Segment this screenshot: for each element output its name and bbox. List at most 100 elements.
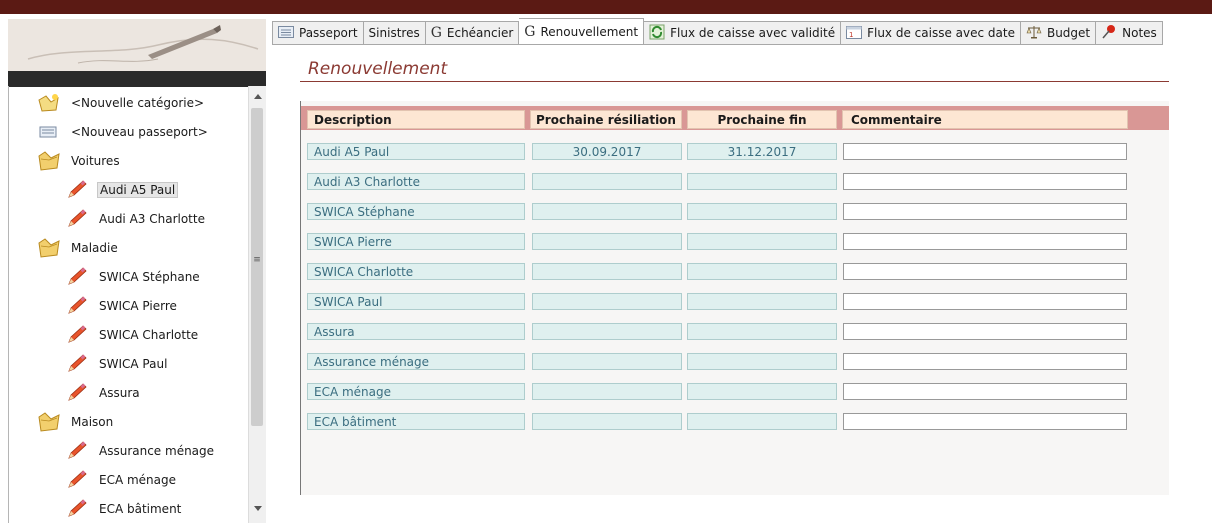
tab-echeancier[interactable]: G Echéancier (425, 21, 520, 44)
tree-item[interactable]: Maison (37, 409, 115, 435)
end-date-cell[interactable]: 31.12.2017 (687, 143, 837, 160)
pencil-icon (65, 498, 89, 520)
tree-item[interactable]: SWICA Charlotte (65, 322, 200, 348)
pencil-icon (65, 295, 89, 317)
end-date-cell[interactable] (687, 323, 837, 340)
comment-field[interactable] (843, 323, 1127, 340)
table-row: Audi A5 Paul 30.09.2017 31.12.2017 (301, 143, 1169, 160)
pencil-icon (65, 208, 89, 230)
tree-item-label: <Nouveau passeport> (71, 125, 208, 139)
table-header-bar: Description Prochaine résiliation Procha… (301, 106, 1169, 130)
resiliation-date-cell[interactable] (532, 233, 682, 250)
category-tree[interactable]: <Nouvelle catégorie> <Nouveau passeport> V… (8, 86, 249, 523)
resiliation-date-cell[interactable]: 30.09.2017 (532, 143, 682, 160)
tree-item[interactable]: ECA ménage (65, 467, 178, 493)
comment-field[interactable] (843, 353, 1127, 370)
g-icon: G (524, 23, 536, 40)
scroll-down-arrow-icon[interactable] (254, 506, 262, 511)
comment-field[interactable] (843, 293, 1127, 310)
tab-label: Flux de caisse avec date (867, 26, 1015, 40)
tree-item[interactable]: SWICA Pierre (65, 293, 179, 319)
g-icon: G (430, 25, 442, 41)
end-date-cell[interactable] (687, 263, 837, 280)
tree-item-label: SWICA Charlotte (99, 328, 199, 342)
sidebar-banner-image (8, 19, 266, 87)
tree-item-label: SWICA Pierre (99, 299, 177, 313)
resiliation-date-cell[interactable] (532, 263, 682, 280)
tab-strip: Passeport Sinistres G Echéancier G Renou… (272, 18, 1163, 45)
end-date-cell[interactable] (687, 203, 837, 220)
description-cell: Audi A3 Charlotte (307, 173, 525, 190)
tree-item-label: ECA bâtiment (99, 502, 182, 516)
scroll-up-arrow-icon[interactable] (254, 94, 262, 99)
table-row: SWICA Stéphane (301, 203, 1169, 220)
comment-field[interactable] (843, 383, 1127, 400)
description-cell: SWICA Pierre (307, 233, 525, 250)
pencil-icon (65, 324, 89, 346)
tree-item[interactable]: ECA bâtiment (65, 496, 183, 522)
tree-item[interactable]: <Nouveau passeport> (37, 119, 210, 145)
comment-field[interactable] (843, 203, 1127, 220)
tree-item[interactable]: SWICA Paul (65, 351, 169, 377)
tree-item-label: SWICA Paul (99, 357, 168, 371)
pencil-icon (65, 179, 89, 201)
comment-field[interactable] (843, 143, 1127, 160)
end-date-cell[interactable] (687, 383, 837, 400)
end-date-cell[interactable] (687, 413, 837, 430)
comment-field[interactable] (843, 173, 1127, 190)
tree-item-label: Assura (99, 386, 140, 400)
comment-field[interactable] (843, 413, 1127, 430)
resiliation-date-cell[interactable] (532, 203, 682, 220)
end-date-cell[interactable] (687, 233, 837, 250)
pencil-icon (65, 266, 89, 288)
tab-flux-validite[interactable]: Flux de caisse avec validité (644, 21, 842, 44)
tab-label: Renouvellement (540, 24, 639, 39)
description-cell: SWICA Charlotte (307, 263, 525, 280)
resiliation-date-cell[interactable] (532, 383, 682, 400)
resiliation-date-cell[interactable] (532, 353, 682, 370)
tree-item[interactable]: Audi A5 Paul (65, 177, 179, 203)
comment-field[interactable] (843, 263, 1127, 280)
tree-item-label: SWICA Stéphane (99, 270, 200, 284)
tree-item[interactable]: Assurance ménage (65, 438, 216, 464)
table-row: Assurance ménage (301, 353, 1169, 370)
tree-item[interactable]: SWICA Stéphane (65, 264, 202, 290)
tab-notes[interactable]: Notes (1096, 21, 1163, 44)
tree-item[interactable]: Voitures (37, 148, 122, 174)
tree-item[interactable]: Assura (65, 380, 142, 406)
signature-illustration (8, 19, 266, 71)
resiliation-date-cell[interactable] (532, 323, 682, 340)
description-cell: Audi A5 Paul (307, 143, 525, 160)
resiliation-date-cell[interactable] (532, 293, 682, 310)
end-date-cell[interactable] (687, 173, 837, 190)
tree-item-label: ECA ménage (99, 473, 177, 487)
column-header-commentaire: Commentaire (842, 110, 1128, 129)
scrollbar-thumb[interactable]: ≡ (251, 108, 263, 426)
folder-icon (37, 150, 61, 172)
tab-sinistres[interactable]: Sinistres (363, 21, 426, 44)
pencil-icon (65, 469, 89, 491)
resiliation-date-cell[interactable] (532, 413, 682, 430)
comment-field[interactable] (843, 233, 1127, 250)
sidebar-scrollbar[interactable]: ≡ (248, 86, 266, 523)
tab-passeport[interactable]: Passeport (272, 21, 364, 44)
tree-item[interactable]: Maladie (37, 235, 120, 261)
resiliation-date-cell[interactable] (532, 173, 682, 190)
column-header-prochaine-resiliation: Prochaine résiliation (530, 110, 682, 129)
tree-item[interactable]: Audi A3 Charlotte (65, 206, 207, 232)
tree-item[interactable]: <Nouvelle catégorie> (37, 90, 206, 116)
description-cell: SWICA Stéphane (307, 203, 525, 220)
tree-item-label: Assurance ménage (99, 444, 215, 458)
folder-icon (37, 237, 61, 259)
tab-flux-date[interactable]: 1 Flux de caisse avec date (841, 21, 1021, 44)
description-cell: Assura (307, 323, 525, 340)
end-date-cell[interactable] (687, 353, 837, 370)
tab-renouvellement[interactable]: G Renouvellement (519, 18, 645, 44)
end-date-cell[interactable] (687, 293, 837, 310)
description-cell: ECA ménage (307, 383, 525, 400)
tab-budget[interactable]: Budget (1020, 21, 1097, 44)
sidebar: <Nouvelle catégorie> <Nouveau passeport> V… (0, 14, 270, 523)
pin-icon (1101, 24, 1117, 43)
column-header-prochaine-fin: Prochaine fin (687, 110, 837, 129)
scales-icon (1026, 25, 1042, 42)
